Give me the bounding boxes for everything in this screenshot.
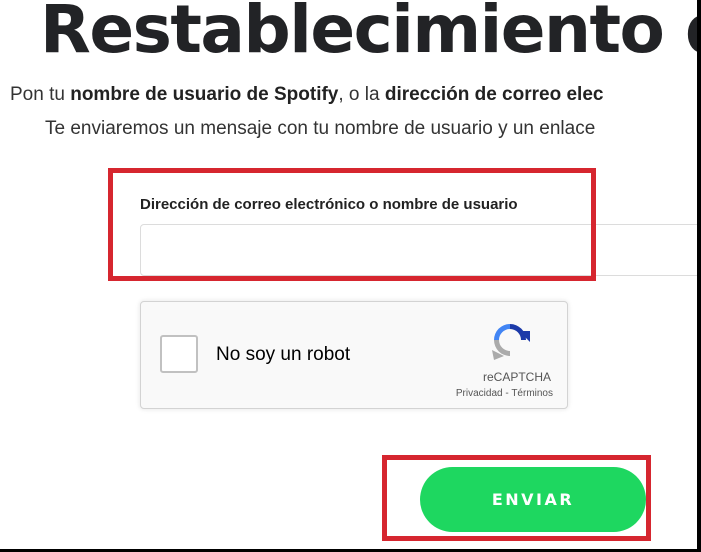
intro-text: , o la (338, 84, 385, 105)
intro-line-1: Pon tu nombre de usuario de Spotify, o l… (10, 83, 603, 107)
recaptcha-widget: No soy un robot reCAPTCHA Privacidad - T… (140, 301, 568, 409)
page-title: Restablecimiento de c (40, 0, 701, 68)
email-field-label: Dirección de correo electrónico o nombre… (140, 196, 518, 213)
submit-button[interactable]: ENVIAR (420, 467, 646, 532)
screenshot-border-right (697, 0, 701, 552)
intro-bold-email: dirección de correo elec (384, 84, 604, 105)
recaptcha-checkbox[interactable] (160, 335, 198, 373)
privacy-link[interactable]: Privacidad (456, 388, 503, 399)
intro-text: Pon tu (10, 84, 71, 105)
recaptcha-brand: reCAPTCHA (482, 370, 551, 384)
recaptcha-label: No soy un robot (216, 344, 351, 365)
terms-link[interactable]: Términos (511, 388, 553, 399)
intro-line-2: Te enviaremos un mensaje con tu nombre d… (45, 118, 596, 139)
intro-bold-username: nombre de usuario de Spotify (70, 84, 339, 105)
recaptcha-links: Privacidad - Términos (456, 388, 553, 399)
links-separator: - (502, 388, 512, 399)
email-field[interactable] (140, 224, 701, 276)
recaptcha-logo-icon (492, 324, 530, 360)
password-reset-page: Restablecimiento de c Pon tu nombre de u… (0, 0, 701, 552)
